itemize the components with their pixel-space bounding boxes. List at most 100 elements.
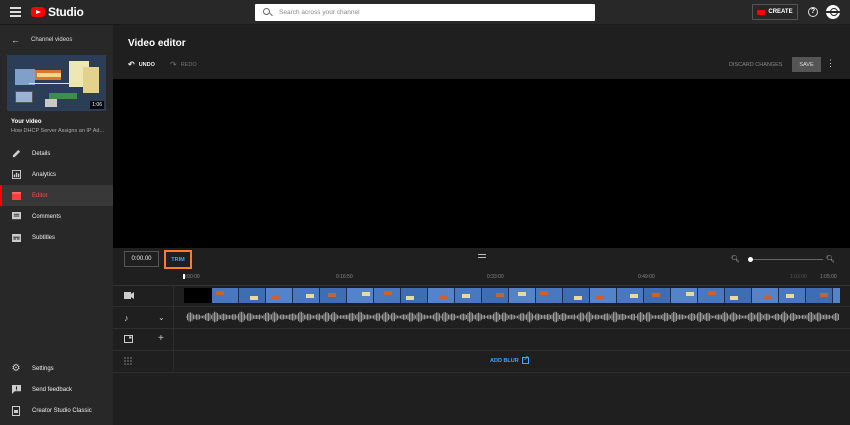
trim-button[interactable]: TRIM (164, 250, 192, 269)
menu-icon[interactable] (10, 7, 21, 17)
video-thumbnail[interactable]: 1:06 (7, 55, 106, 111)
video-frame (536, 288, 563, 303)
more-options-icon[interactable]: ⋮ (826, 58, 835, 69)
video-frame (644, 288, 671, 303)
avatar[interactable] (826, 5, 840, 19)
sidebar-item-label: Analytics (32, 171, 57, 178)
back-to-channel-videos[interactable]: ← Channel videos (11, 35, 72, 45)
current-time-field[interactable]: 0:00.00 (124, 251, 159, 267)
add-blur-button[interactable]: ADD BLUR (490, 355, 529, 364)
comments-icon (11, 212, 21, 222)
undo-icon: ↶ (128, 60, 135, 69)
feedback-icon (11, 385, 21, 395)
video-frame (698, 288, 725, 303)
sidebar: ← Channel videos 1:06 Your video How DHC… (0, 25, 113, 425)
timeline-tick: 0:33:00 (487, 274, 504, 280)
undo-button[interactable]: ↶ UNDO (128, 61, 155, 69)
redo-icon: ↷ (170, 60, 177, 69)
chevron-down-icon[interactable]: ⌄ (158, 313, 165, 322)
search-input[interactable] (279, 4, 579, 21)
external-link-icon (521, 355, 529, 364)
search-icon[interactable] (263, 8, 270, 15)
back-label[interactable]: Channel videos (31, 37, 72, 43)
sidebar-item-creator-studio-classic[interactable]: Creator Studio Classic (0, 400, 113, 421)
video-frame (428, 288, 455, 303)
editor-icon (11, 191, 21, 201)
your-video-label: Your video (11, 119, 42, 125)
video-frame (833, 288, 840, 303)
video-frame (482, 288, 509, 303)
video-frame (725, 288, 752, 303)
studio-brand[interactable]: Studio (48, 5, 84, 19)
video-frame (509, 288, 536, 303)
undo-label: UNDO (138, 62, 155, 68)
music-note-icon[interactable]: ♪ (124, 313, 129, 323)
video-title: How DHCP Server Assigns an IP Ad... (11, 128, 105, 134)
sidebar-item-details[interactable]: Details (0, 143, 113, 164)
analytics-icon (11, 170, 21, 180)
save-button[interactable]: SAVE (792, 57, 821, 72)
video-frame (617, 288, 644, 303)
back-arrow-icon[interactable]: ← (11, 35, 20, 45)
zoom-slider[interactable] (748, 257, 823, 262)
add-blur-label: ADD BLUR (490, 357, 519, 364)
sidebar-item-label: Settings (32, 365, 54, 372)
sidebar-item-comments[interactable]: Comments (0, 206, 113, 227)
classic-icon (11, 405, 21, 416)
blur-track (113, 352, 850, 373)
sidebar-item-label: Creator Studio Classic (32, 407, 92, 414)
gear-icon: ⚙ (11, 363, 21, 374)
sidebar-item-label: Details (32, 150, 51, 157)
sidebar-item-subtitles[interactable]: Subtitles (0, 227, 113, 248)
end-screen-track: + (113, 330, 850, 351)
video-camera-icon (757, 9, 766, 15)
video-frame (320, 288, 347, 303)
sidebar-item-label: Comments (32, 213, 62, 220)
video-track-frames[interactable] (184, 288, 840, 303)
timeline-tick: 1:05:00 (820, 274, 837, 280)
top-app-bar: Studio CREATE ? (0, 0, 850, 25)
video-preview-player[interactable] (113, 79, 850, 248)
help-icon[interactable]: ? (808, 7, 818, 17)
discard-changes-button[interactable]: DISCARD CHANGES (729, 62, 782, 68)
video-frame (563, 288, 590, 303)
video-frame (806, 288, 833, 303)
zoom-in-icon[interactable]: 🔍︎ (826, 255, 835, 263)
create-label: CREATE (768, 9, 793, 15)
editor-main: Video editor ↶ UNDO ↷ REDO DISCARD CHANG… (113, 25, 850, 425)
resize-handle-icon[interactable] (478, 254, 486, 260)
sidebar-item-settings[interactable]: ⚙ Settings (0, 358, 113, 379)
video-frame (266, 288, 293, 303)
sidebar-item-analytics[interactable]: Analytics (0, 164, 113, 185)
page-title: Video editor (128, 38, 186, 49)
video-frame (347, 288, 374, 303)
timeline-tick: 0:49:00 (638, 274, 655, 280)
redo-label: REDO (180, 62, 197, 68)
sidebar-item-label: Send feedback (32, 386, 73, 393)
sidebar-item-label: Editor (32, 192, 48, 199)
subtitles-icon (11, 233, 21, 243)
timeline-tick: 0:16:50 (336, 274, 353, 280)
end-screen-icon[interactable] (124, 335, 133, 345)
sidebar-item-send-feedback[interactable]: Send feedback (0, 379, 113, 400)
zoom-out-icon[interactable]: 🔍︎ (731, 255, 740, 263)
create-button[interactable]: CREATE (752, 4, 798, 20)
add-icon[interactable]: + (158, 333, 164, 344)
redo-button[interactable]: ↷ REDO (170, 61, 197, 69)
video-frame (293, 288, 320, 303)
playhead[interactable] (183, 274, 185, 279)
video-frame (752, 288, 779, 303)
video-frame (590, 288, 617, 303)
sidebar-item-editor[interactable]: Editor (0, 185, 113, 206)
video-frame (779, 288, 806, 303)
zoom-slider-knob[interactable] (748, 257, 753, 262)
video-frame (455, 288, 482, 303)
video-frame (212, 288, 239, 303)
search-bar[interactable] (255, 4, 595, 21)
video-frame (374, 288, 401, 303)
audio-waveform[interactable] (186, 310, 840, 324)
youtube-logo-icon[interactable] (31, 7, 45, 17)
video-camera-icon (124, 292, 134, 301)
sidebar-item-label: Subtitles (32, 234, 56, 241)
pencil-icon (11, 149, 21, 159)
